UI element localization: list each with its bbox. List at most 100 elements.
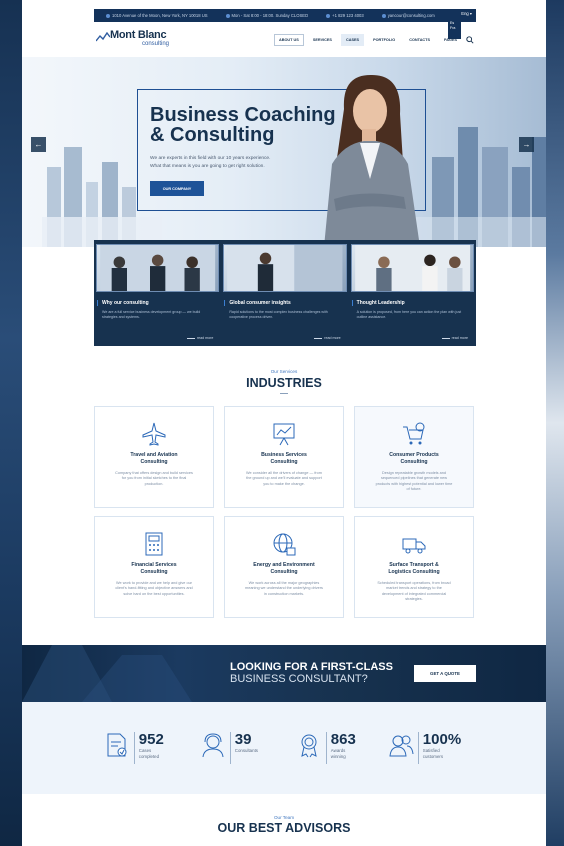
read-more-link[interactable]: read more: [441, 336, 468, 340]
industry-card[interactable]: Business Services Consulting We consider …: [224, 406, 344, 508]
background-right: [546, 0, 564, 846]
stat-number: 100%: [422, 731, 462, 748]
hours-text: Mon - Sat 8:00 - 18:00. Sunday CLOSED: [231, 13, 309, 18]
truck-icon: [402, 538, 426, 554]
address-item: 1010 Avenue of the Moon, New York, NY 10…: [106, 13, 208, 18]
stat-consultants: 39 Consultants: [200, 732, 265, 764]
cta-subtitle: BUSINESS CONSULTANT?: [230, 673, 368, 685]
stat-number: 863: [330, 731, 356, 748]
get-a-quote-button[interactable]: GET A QUOTE: [414, 665, 476, 682]
industry-title-line1: Travel and Aviation: [130, 452, 178, 458]
industry-card[interactable]: Travel and Aviation Consulting Company th…: [94, 406, 214, 508]
hero-text-line1: We are experts in this field with our 10…: [150, 156, 271, 161]
title-underline: [280, 393, 288, 394]
our-company-button[interactable]: OUR COMPANY: [150, 181, 204, 196]
logo-sub: consulting: [142, 41, 170, 47]
airplane-icon: [142, 422, 166, 446]
nav-cases[interactable]: CASES: [340, 34, 365, 46]
industry-title: Travel and Aviation Consulting: [95, 452, 213, 466]
stats-section: 952 Cases completed 39 Consultants 863 A…: [22, 702, 546, 794]
hours-item: Mon - Sat 8:00 - 18:00. Sunday CLOSED: [225, 13, 309, 18]
logo[interactable]: Mont Blanc consulting: [96, 30, 169, 47]
read-more-label: read more: [324, 336, 341, 340]
feature-title: Thought Leadership: [356, 300, 405, 306]
industry-card[interactable]: Energy and Environment Consulting We work…: [224, 516, 344, 618]
stat-number: 39: [234, 731, 252, 748]
industry-title: Energy and Environment Consulting: [225, 562, 343, 576]
calculator-icon: [145, 532, 163, 556]
businessman-phone-photo: [223, 244, 347, 292]
slider-next-button[interactable]: →: [519, 137, 534, 152]
stat-label: customers: [422, 753, 444, 759]
stat-label: completed: [138, 753, 160, 759]
language-selector[interactable]: Eng ▾: [461, 11, 472, 16]
industry-card[interactable]: Financial Services Consulting We work to …: [94, 516, 214, 618]
email-text[interactable]: yancour@consulting.com: [388, 13, 435, 18]
top-bar: 1010 Avenue of the Moon, New York, NY 10…: [94, 9, 476, 22]
industry-card[interactable]: Surface Transport & Logistics Consulting …: [354, 516, 474, 618]
feature-desc: We are a full service business developme…: [102, 310, 201, 319]
feature-card[interactable]: Why our consulting We are a full service…: [96, 244, 220, 346]
industry-desc: We work across all the major geographies…: [245, 581, 323, 596]
background-left: [0, 0, 22, 846]
email-item[interactable]: yancour@consulting.com: [381, 13, 435, 18]
nav-about-us[interactable]: ABOUT US: [274, 34, 304, 46]
stat-divider: [418, 732, 419, 764]
read-more-link[interactable]: read more: [186, 336, 213, 340]
team-meeting-photo: [350, 244, 474, 292]
stat-awards: 863 Awards winning: [296, 732, 361, 764]
nav-services[interactable]: SERVICES: [308, 34, 337, 46]
industry-title-line2: Logistics Consulting: [388, 569, 440, 575]
industry-title-line1: Consumer Products: [389, 452, 439, 458]
industry-title: Business Services Consulting: [225, 452, 343, 466]
mountain-logo-icon: [96, 32, 110, 42]
industry-desc: Company that offers design and build ser…: [115, 471, 193, 486]
industry-title-line1: Financial Services: [131, 562, 177, 568]
businesswoman-photo: [324, 74, 420, 247]
industry-title-line1: Energy and Environment: [253, 562, 315, 568]
phone-item[interactable]: +1 829 123 4003: [326, 13, 364, 18]
meeting-photo: [96, 244, 220, 292]
stat-divider: [230, 732, 231, 764]
building-silhouette: [22, 645, 192, 702]
document-check-icon: [107, 733, 127, 757]
industry-title-line1: Surface Transport &: [389, 562, 439, 568]
language-option[interactable]: Fra: [450, 26, 459, 31]
read-more-label: read more: [451, 336, 468, 340]
industry-title: Surface Transport & Logistics Consulting: [355, 562, 473, 576]
stat-label: Consultants: [234, 748, 258, 753]
slider-prev-button[interactable]: ←: [31, 137, 46, 152]
search-icon[interactable]: [466, 36, 474, 44]
industry-title: Financial Services Consulting: [95, 562, 213, 576]
read-more-link[interactable]: read more: [314, 336, 341, 340]
industry-card[interactable]: Consumer Products Consulting Design repea…: [354, 406, 474, 508]
stat-divider: [326, 732, 327, 764]
mail-icon: [381, 13, 386, 18]
industry-title: Consumer Products Consulting: [355, 452, 473, 466]
stat-label: winning: [330, 753, 346, 759]
phone-text[interactable]: +1 829 123 4003: [332, 13, 364, 18]
hero-slider: Business Coaching & Consulting We are ex…: [22, 57, 546, 247]
industry-desc: We work to provide and we help and give …: [115, 581, 193, 596]
location-icon: [106, 13, 110, 18]
feature-title: Why our consulting: [102, 300, 149, 306]
nav-portfolio[interactable]: PORTFOLIO: [368, 34, 400, 46]
feature-accent-bar: [224, 300, 226, 306]
feature-title: Global consumer insights: [229, 300, 291, 306]
industry-title-line2: Consulting: [140, 459, 168, 465]
nav-pages[interactable]: PAGES: [439, 34, 462, 46]
clock-icon: [225, 13, 230, 18]
hero-text-line2: What that means is you are going to get …: [150, 164, 265, 169]
cta-band: LOOKING FOR A FIRST-CLASS BUSINESS CONSU…: [22, 645, 546, 702]
feature-card[interactable]: Thought Leadership A solution is propose…: [350, 244, 474, 346]
nav-contacts[interactable]: CONTACTS: [404, 34, 435, 46]
feature-desc: A solution is proposed, from here you ca…: [356, 310, 462, 319]
globe-lock-icon: [273, 533, 296, 556]
industry-title-line2: Consulting: [400, 459, 428, 465]
industry-title-line2: Consulting: [140, 569, 168, 575]
features-strip: Why our consulting We are a full service…: [94, 240, 476, 346]
advisors-eyebrow: Our Team: [273, 815, 295, 820]
industries-eyebrow: Our Services: [270, 369, 298, 374]
feature-card[interactable]: Global consumer insights Rapid solutions…: [223, 244, 347, 346]
page: 1010 Avenue of the Moon, New York, NY 10…: [22, 0, 546, 846]
